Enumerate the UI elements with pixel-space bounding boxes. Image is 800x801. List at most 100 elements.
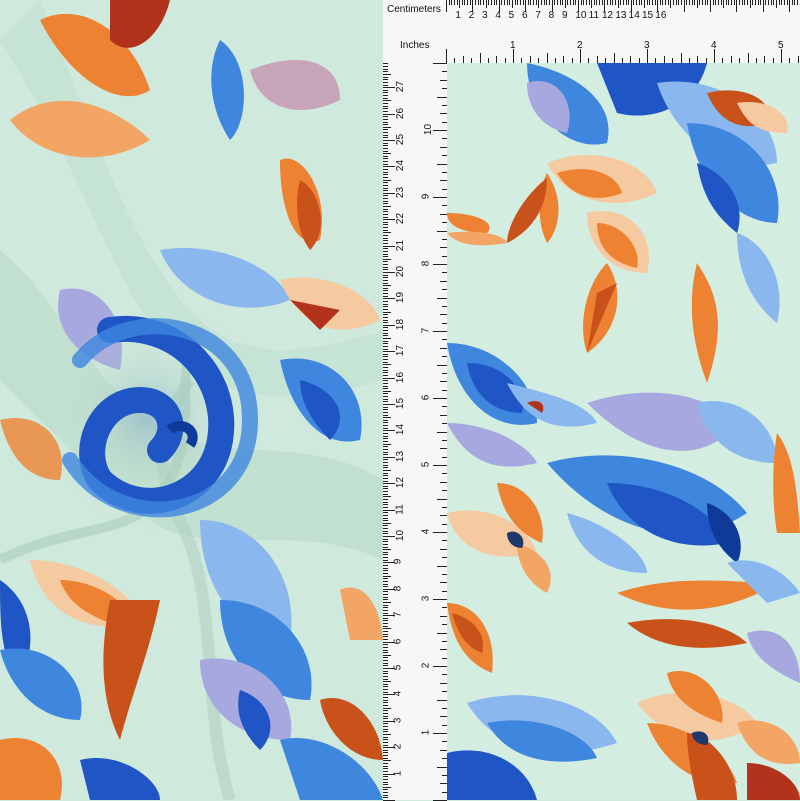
cm-number: 8 — [392, 585, 404, 592]
cm-tick — [383, 665, 388, 667]
cm-tick — [383, 380, 388, 382]
cm-tick — [485, 0, 487, 8]
cm-tick — [383, 195, 388, 197]
cm-number: 18 — [395, 318, 407, 330]
cm-tick — [475, 0, 477, 5]
inch-tick — [437, 699, 447, 701]
cm-tick — [612, 0, 614, 5]
cm-tick — [383, 256, 388, 258]
cm-tick — [383, 763, 388, 765]
cm-tick — [383, 644, 388, 646]
cm-tick — [383, 213, 388, 215]
cm-tick — [717, 0, 719, 5]
cm-tick — [770, 0, 772, 5]
cm-tick — [527, 0, 529, 5]
cm-number: 22 — [395, 213, 407, 225]
inch-tick — [714, 49, 715, 63]
cm-number: 24 — [395, 160, 407, 172]
cm-tick — [383, 636, 388, 638]
cm-tick — [383, 578, 388, 580]
cm-tick — [781, 0, 783, 5]
cm-tick — [383, 580, 388, 582]
cm-tick — [383, 520, 388, 522]
cm-tick — [456, 0, 458, 5]
cm-number: 12 — [395, 477, 407, 489]
cm-tick — [383, 525, 388, 527]
cm-number: 11 — [588, 10, 600, 21]
cm-tick — [699, 0, 701, 5]
cm-tick — [383, 232, 391, 234]
cm-tick — [383, 248, 388, 250]
cm-tick — [446, 0, 447, 12]
cm-tick — [383, 103, 388, 105]
cm-tick — [383, 765, 388, 767]
cm-tick — [383, 345, 388, 347]
cm-tick — [383, 303, 388, 305]
cm-tick — [383, 649, 388, 651]
cm-tick — [383, 235, 388, 237]
cm-tick — [383, 443, 391, 445]
cm-tick — [383, 417, 391, 419]
inch-number: 1 — [420, 729, 432, 736]
cm-tick — [519, 0, 521, 5]
cm-tick — [383, 208, 388, 210]
cm-tick — [797, 0, 799, 5]
cm-tick — [383, 242, 388, 244]
cm-tick — [383, 551, 388, 553]
cm-tick — [691, 0, 693, 5]
cm-tick — [383, 586, 388, 588]
cm-tick — [383, 660, 388, 662]
inch-tick — [440, 649, 447, 651]
inch-tick — [437, 565, 447, 567]
cm-tick — [383, 541, 388, 543]
cm-tick — [383, 575, 391, 577]
cm-tick — [383, 169, 388, 171]
cm-tick — [383, 752, 388, 754]
inch-tick — [440, 79, 447, 81]
inch-tick — [437, 766, 447, 768]
cm-tick — [383, 728, 388, 730]
cm-tick — [614, 0, 616, 5]
cm-number: 4 — [495, 10, 501, 21]
cm-tick — [383, 419, 388, 421]
inch-tick — [730, 56, 732, 63]
cm-number: 5 — [392, 664, 404, 671]
cm-tick — [773, 0, 775, 5]
inch-tick — [437, 163, 447, 165]
horizontal-ruler: Centimeters Inches 1 2 3 4 5 6 7 8 9 10 11 12 13 14 15… — [383, 0, 800, 64]
cm-tick — [383, 670, 388, 672]
cm-tick — [383, 348, 388, 350]
cm-tick — [509, 0, 511, 5]
cm-tick — [383, 129, 388, 131]
cm-tick — [383, 451, 388, 453]
cm-number: 13 — [395, 450, 407, 462]
cm-tick — [383, 438, 388, 440]
inch-tick — [440, 314, 447, 316]
cm-tick — [383, 237, 388, 239]
inch-tick — [462, 56, 464, 63]
cm-tick — [383, 546, 388, 548]
cm-tick — [546, 0, 548, 5]
cm-tick — [654, 0, 656, 5]
inch-tick — [440, 682, 447, 684]
cm-tick — [383, 87, 395, 89]
inch-number: 6 — [420, 394, 432, 401]
cm-tick — [383, 89, 388, 91]
cm-tick — [383, 277, 388, 279]
inch-tick — [596, 56, 598, 63]
cm-tick — [383, 95, 388, 97]
cm-tick — [383, 459, 388, 461]
cm-number: 6 — [521, 10, 528, 21]
cm-tick — [453, 0, 455, 5]
cm-tick — [383, 198, 388, 200]
cm-tick — [383, 184, 388, 186]
cm-tick — [383, 496, 391, 498]
cm-tick — [720, 0, 722, 5]
cm-tick — [591, 0, 593, 8]
cm-tick — [383, 522, 391, 524]
cm-number: 19 — [395, 292, 407, 304]
cm-tick — [383, 633, 388, 635]
inch-tick — [440, 347, 447, 349]
cm-number: 23 — [395, 186, 407, 198]
cm-tick — [383, 536, 395, 537]
